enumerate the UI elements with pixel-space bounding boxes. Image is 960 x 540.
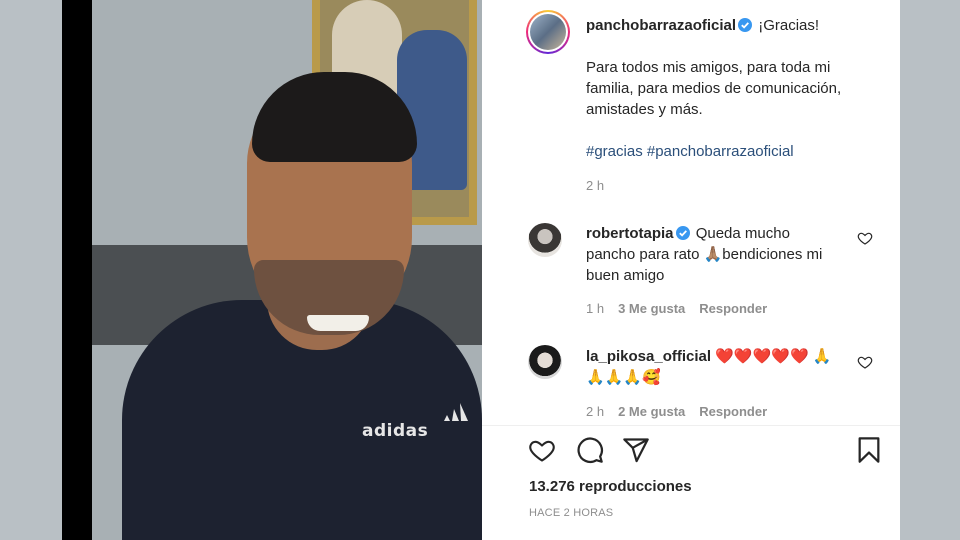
post-time[interactable]: 2 h [586,178,604,193]
comment-time[interactable]: 2 h [586,404,604,419]
caption-hashtags: #gracias #panchobarrazaoficial [586,141,886,162]
video-person-smile [307,315,369,331]
comment-time[interactable]: 1 h [586,301,604,316]
hashtag-link[interactable]: #panchobarrazaoficial [647,143,794,160]
comment-text-block: la_pikosa_official ❤️❤️❤️❤️❤️ 🙏🙏🙏🙏🥰 [586,346,836,388]
caption-lead: ¡Gracias! [758,17,820,34]
comment-meta: 1 h 3 Me gusta Responder [586,301,767,316]
verified-badge-icon [738,18,753,32]
post-panel: panchobarrazaoficial ¡Gracias! Para todo… [482,0,900,540]
author-avatar[interactable] [526,10,570,54]
comment-username[interactable]: la_pikosa_official [586,348,711,365]
adidas-stripes-icon [444,403,468,421]
paper-plane-icon[interactable] [622,436,650,464]
comment-text-block: robertotapia Queda mucho pancho para rat… [586,223,831,286]
author-username[interactable]: panchobarrazaoficial [586,17,736,34]
view-count[interactable]: 13.276 reproducciones [529,478,692,495]
comments-scroll-area[interactable]: panchobarrazaoficial ¡Gracias! Para todo… [482,0,900,425]
comment-username[interactable]: robertotapia [586,225,674,242]
comment-like-heart-icon[interactable] [857,230,873,246]
post-date[interactable]: HACE 2 HORAS [529,507,613,519]
verified-badge-icon [675,226,690,240]
comment-like-heart-icon[interactable] [857,354,873,370]
video-player[interactable]: adidas [62,0,482,540]
comment-reply-button[interactable]: Responder [699,301,767,316]
comment-avatar[interactable] [528,345,562,379]
caption-body: Para todos mis amigos, para toda mi fami… [586,59,842,118]
comment-likes[interactable]: 2 Me gusta [618,404,685,419]
heart-outline-icon[interactable] [528,436,556,464]
comment-bubble-icon[interactable] [576,436,604,464]
comment-reply-button[interactable]: Responder [699,404,767,419]
comment-meta: 2 h 2 Me gusta Responder [586,404,767,419]
hashtag-link[interactable]: #gracias [586,143,643,160]
video-shirt-logo: adidas [362,421,429,441]
caption-header: panchobarrazaoficial ¡Gracias! [586,15,886,36]
comment-likes[interactable]: 3 Me gusta [618,301,685,316]
bookmark-icon[interactable] [855,436,883,464]
comment-avatar[interactable] [528,223,562,257]
